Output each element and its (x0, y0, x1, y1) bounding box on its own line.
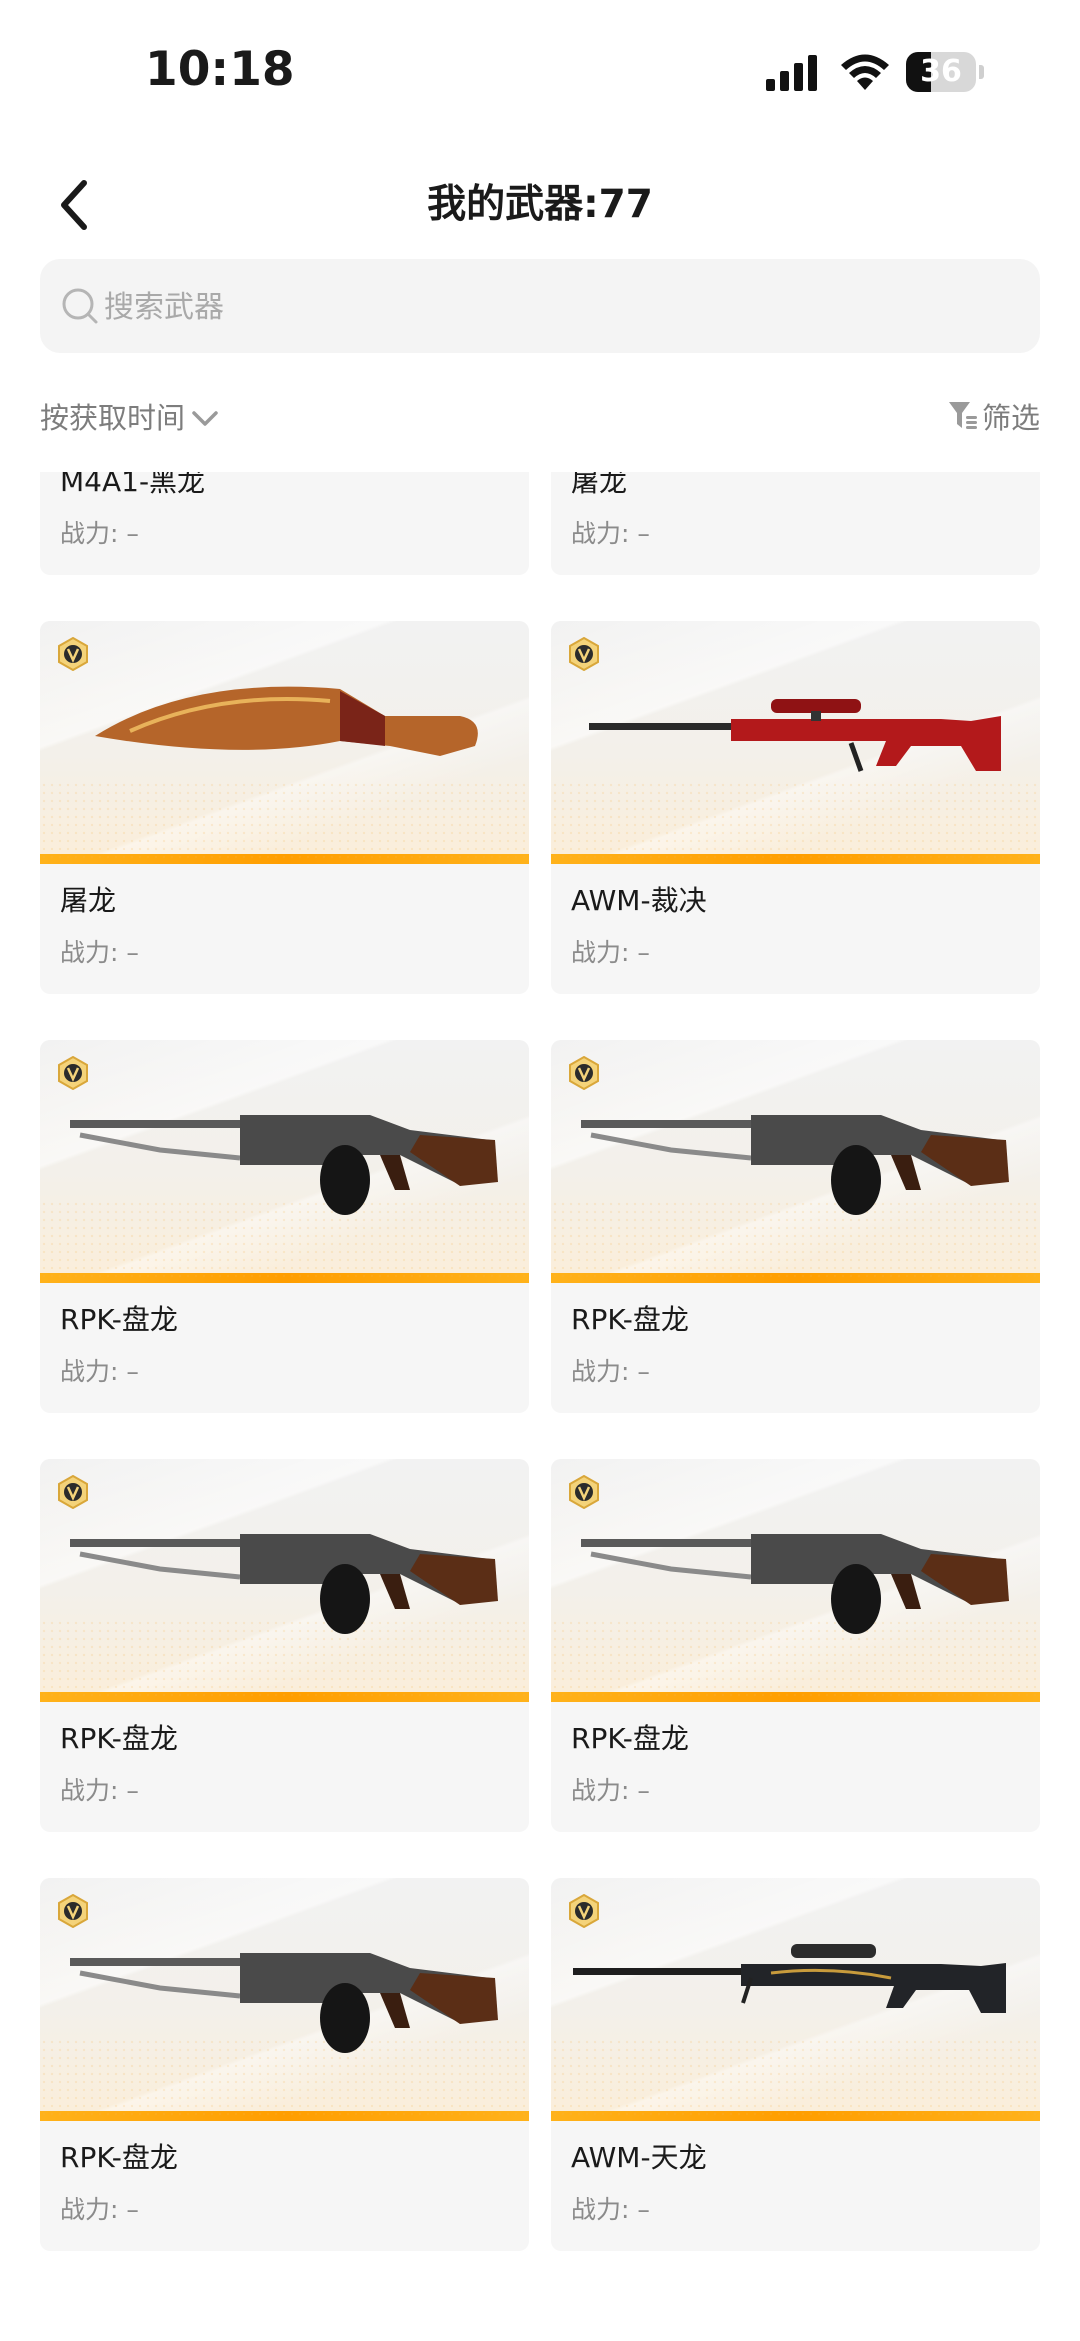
weapon-image (40, 1878, 529, 2121)
weapon-card[interactable]: M4A1-黑龙 战力: – (40, 472, 529, 575)
machine-gun-icon (581, 1534, 1009, 1634)
weapon-image (40, 1040, 529, 1283)
weapon-name: 屠龙 (60, 884, 117, 917)
weapon-power: 战力: – (60, 938, 139, 967)
weapon-power: 战力: – (571, 938, 650, 967)
sort-filter-bar: 按获取时间 筛选 (40, 388, 1040, 444)
machine-gun-icon (581, 1115, 1009, 1215)
weapon-name: RPK-盘龙 (571, 1303, 689, 1336)
weapon-power: 战力: – (571, 2195, 650, 2224)
weapon-name: RPK-盘龙 (571, 1722, 689, 1755)
weapon-power: 战力: – (60, 1776, 139, 1805)
filter-icon (948, 402, 977, 429)
filter-label: 筛选 (981, 401, 1040, 435)
weapon-card[interactable]: RPK-盘龙 战力: – (551, 1459, 1040, 1832)
search-box[interactable] (40, 259, 1040, 355)
v-badge-icon (58, 1056, 88, 1090)
chevron-left-icon (61, 180, 87, 230)
rarity-bar (40, 854, 529, 864)
rarity-bar (40, 2111, 529, 2121)
search-icon (62, 288, 98, 324)
weapon-card[interactable]: 屠龙 战力: – (551, 472, 1040, 575)
rarity-bar (40, 1273, 529, 1283)
knife-icon (95, 686, 478, 756)
battery-icon: 36 (906, 52, 986, 92)
v-badge-icon (569, 1056, 599, 1090)
chevron-down-icon (192, 411, 218, 426)
v-badge-icon (58, 1475, 88, 1509)
sort-dropdown[interactable]: 按获取时间 (40, 388, 219, 444)
weapon-name: AWM-裁决 (571, 884, 707, 917)
v-badge-icon (569, 637, 599, 671)
weapon-name: RPK-盘龙 (60, 1303, 178, 1336)
sort-label: 按获取时间 (40, 401, 186, 435)
weapon-power: 战力: – (571, 1776, 650, 1805)
weapon-image (551, 1040, 1040, 1283)
page-title: 我的武器:77 (427, 182, 653, 227)
v-badge-icon (58, 1894, 88, 1928)
weapon-card[interactable]: RPK-盘龙 战力: – (40, 1459, 529, 1832)
nav-bar: 我的武器:77 (0, 160, 1080, 250)
machine-gun-icon (70, 1953, 498, 2053)
weapon-name: AWM-天龙 (571, 2141, 707, 2174)
machine-gun-icon (70, 1115, 498, 1215)
weapon-image (551, 1878, 1040, 2121)
weapon-power: 战力: – (60, 1357, 139, 1386)
weapon-power: 战力: – (571, 519, 650, 548)
weapon-power: 战力: – (60, 519, 139, 548)
status-time: 10:18 (145, 42, 295, 97)
weapon-card[interactable]: AWM-天龙 战力: – (551, 1878, 1040, 2251)
v-badge-icon (58, 637, 88, 671)
filter-button[interactable]: 筛选 (948, 388, 1040, 444)
weapon-list[interactable]: M4A1-黑龙 战力: – 屠龙 战力: – 屠龙 战力: – AWM-裁决 战… (0, 472, 1080, 2341)
v-badge-icon (569, 1894, 599, 1928)
sniper-rifle-black-icon (573, 1944, 1006, 2013)
search-input[interactable] (102, 259, 1006, 355)
weapon-image (551, 1459, 1040, 1702)
weapon-card[interactable]: RPK-盘龙 战力: – (551, 1040, 1040, 1413)
wifi-icon (841, 54, 889, 90)
sniper-rifle-red-icon (589, 699, 1001, 772)
status-bar: 10:18 36 (0, 0, 1080, 140)
weapon-image (40, 621, 529, 864)
machine-gun-icon (70, 1534, 498, 1634)
weapon-image (40, 1459, 529, 1702)
v-badge-icon (569, 1475, 599, 1509)
battery-body: 36 (906, 52, 976, 92)
weapon-image (551, 621, 1040, 864)
weapon-name: RPK-盘龙 (60, 1722, 178, 1755)
weapon-power: 战力: – (571, 1357, 650, 1386)
rarity-bar (551, 1692, 1040, 1702)
weapon-card[interactable]: RPK-盘龙 战力: – (40, 1040, 529, 1413)
rarity-bar (551, 2111, 1040, 2121)
battery-cap (979, 65, 984, 79)
weapon-card[interactable]: 屠龙 战力: – (40, 621, 529, 994)
weapon-card[interactable]: RPK-盘龙 战力: – (40, 1878, 529, 2251)
battery-level-text: 36 (920, 54, 962, 89)
weapon-power: 战力: – (60, 2195, 139, 2224)
weapon-name: M4A1-黑龙 (60, 472, 206, 498)
rarity-bar (551, 1273, 1040, 1283)
rarity-bar (551, 854, 1040, 864)
cellular-signal-icon (766, 55, 817, 91)
weapon-name: RPK-盘龙 (60, 2141, 178, 2174)
weapon-name: 屠龙 (571, 472, 628, 498)
weapon-card[interactable]: AWM-裁决 战力: – (551, 621, 1040, 994)
back-button[interactable] (46, 175, 106, 235)
rarity-bar (40, 1692, 529, 1702)
